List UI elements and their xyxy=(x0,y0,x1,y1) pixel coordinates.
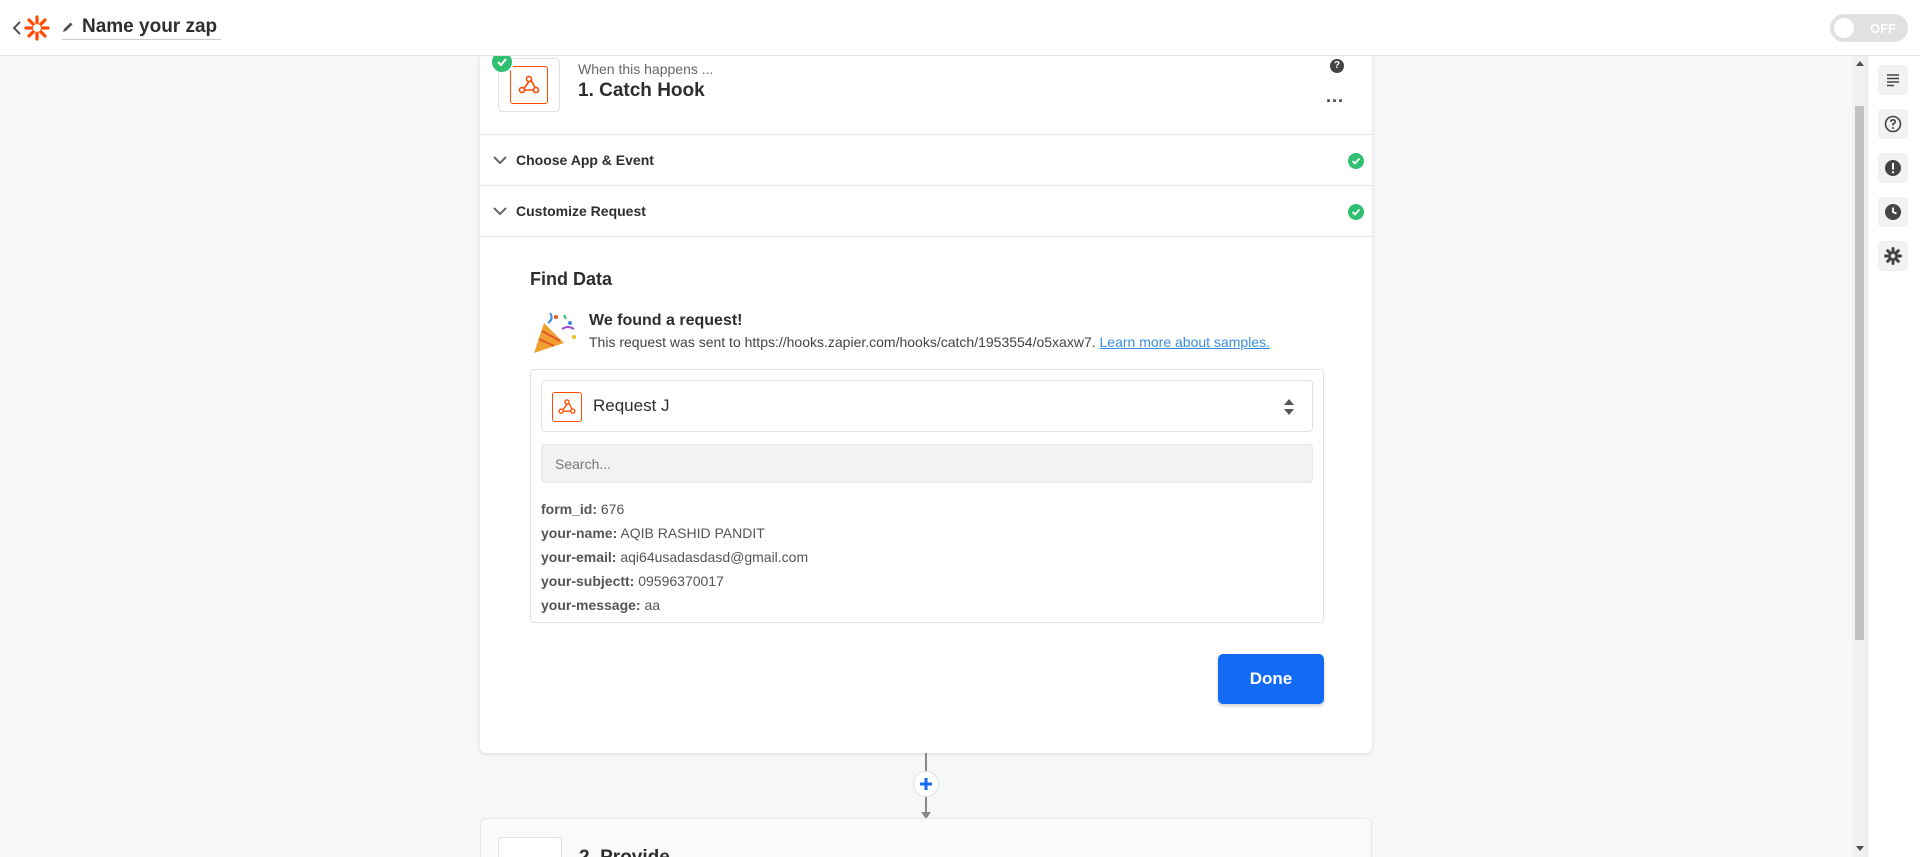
details-button[interactable] xyxy=(1878,65,1908,95)
learn-more-link[interactable]: Learn more about samples. xyxy=(1100,334,1270,350)
success-check-icon xyxy=(1348,204,1364,220)
zap-on-off-toggle[interactable]: OFF xyxy=(1830,14,1908,42)
add-step-button[interactable] xyxy=(913,771,939,797)
field-value: 09596370017 xyxy=(638,573,724,589)
list-lines-icon xyxy=(1887,74,1899,87)
field-key: your-subjectt: xyxy=(541,573,635,589)
gear-icon xyxy=(1884,247,1902,265)
settings-button[interactable] xyxy=(1878,241,1908,271)
scrollbar[interactable] xyxy=(1852,56,1867,857)
trigger-step-card: When this happens ... 1. Catch Hook ? ..… xyxy=(480,50,1372,753)
chevron-down-icon xyxy=(493,207,507,216)
field-your-message: your-message: aa xyxy=(541,593,808,617)
question-circle-icon xyxy=(1884,115,1902,133)
field-your-name: your-name: AQIB RASHID PANDIT xyxy=(541,521,808,545)
webhook-icon xyxy=(552,392,582,422)
field-key: your-name: xyxy=(541,525,618,541)
found-request-text: This request was sent to https://hooks.z… xyxy=(589,334,1096,350)
webhook-icon xyxy=(510,66,548,104)
back-arrow-icon[interactable] xyxy=(10,16,24,40)
help-button[interactable] xyxy=(1878,109,1908,139)
zap-name-field[interactable]: Name your zap xyxy=(62,14,222,40)
sort-updown-icon xyxy=(1284,399,1294,415)
find-data-title: Find Data xyxy=(530,269,613,289)
section-customize-request[interactable]: Customize Request xyxy=(480,186,1372,237)
field-form-id: form_id: 676 xyxy=(541,497,808,521)
field-key: form_id: xyxy=(541,501,597,517)
next-step-app-icon xyxy=(498,837,562,857)
toggle-knob xyxy=(1834,18,1854,38)
top-bar: Name your zap OFF xyxy=(0,0,1920,56)
toggle-label: OFF xyxy=(1870,21,1896,36)
step-header[interactable]: When this happens ... 1. Catch Hook ? ..… xyxy=(480,50,1372,135)
next-step-title: 2. Provide xyxy=(579,847,670,857)
clock-icon xyxy=(1885,204,1901,220)
scrollbar-thumb[interactable] xyxy=(1855,106,1864,640)
zap-name: Name your zap xyxy=(82,15,218,37)
selected-request-label: Request J xyxy=(593,396,670,415)
sample-data-box: Request J form_id: 676 your-name: AQIB R… xyxy=(530,369,1324,623)
request-select-dropdown[interactable]: Request J xyxy=(541,380,1313,432)
field-value: 676 xyxy=(600,501,625,517)
exclamation-circle-icon xyxy=(1885,160,1901,176)
step-title: 1. Catch Hook xyxy=(578,80,705,101)
scroll-up-arrow-icon[interactable] xyxy=(1856,61,1864,66)
history-button[interactable] xyxy=(1878,197,1908,227)
done-button[interactable]: Done xyxy=(1218,654,1324,704)
field-value: aa xyxy=(644,597,661,613)
section-label: Choose App & Event xyxy=(516,152,654,168)
pencil-icon xyxy=(63,22,73,32)
field-key: your-message: xyxy=(541,597,641,613)
found-request-title: We found a request! xyxy=(589,312,743,329)
step-when-text: When this happens ... xyxy=(578,61,714,77)
sample-fields-list: form_id: 676 your-name: AQIB RASHID PAND… xyxy=(541,497,808,617)
field-value: aqi64usadasdasd@gmail.com xyxy=(620,549,809,565)
zapier-logo-icon[interactable] xyxy=(24,15,50,41)
party-popper-icon xyxy=(534,312,576,353)
field-your-email: your-email: aqi64usadasdasd@gmail.com xyxy=(541,545,808,569)
section-choose-app-event[interactable]: Choose App & Event xyxy=(480,135,1372,186)
chevron-down-icon xyxy=(493,156,507,165)
field-key: your-email: xyxy=(541,549,617,565)
section-label: Customize Request xyxy=(516,203,646,219)
found-request-description: This request was sent to https://hooks.z… xyxy=(589,334,1270,350)
scroll-down-arrow-icon[interactable] xyxy=(1856,846,1864,851)
success-check-icon xyxy=(1348,153,1364,169)
search-input[interactable] xyxy=(541,444,1313,483)
more-options-icon[interactable]: ... xyxy=(1326,86,1344,107)
field-your-subject: your-subjectt: 09596370017 xyxy=(541,569,808,593)
field-value: AQIB RASHID PANDIT xyxy=(620,525,765,541)
help-icon[interactable]: ? xyxy=(1330,59,1344,73)
next-step-card[interactable]: 2. Provide xyxy=(480,818,1372,857)
right-sidebar xyxy=(1867,56,1920,857)
alerts-button[interactable] xyxy=(1878,153,1908,183)
plus-icon xyxy=(920,778,932,790)
